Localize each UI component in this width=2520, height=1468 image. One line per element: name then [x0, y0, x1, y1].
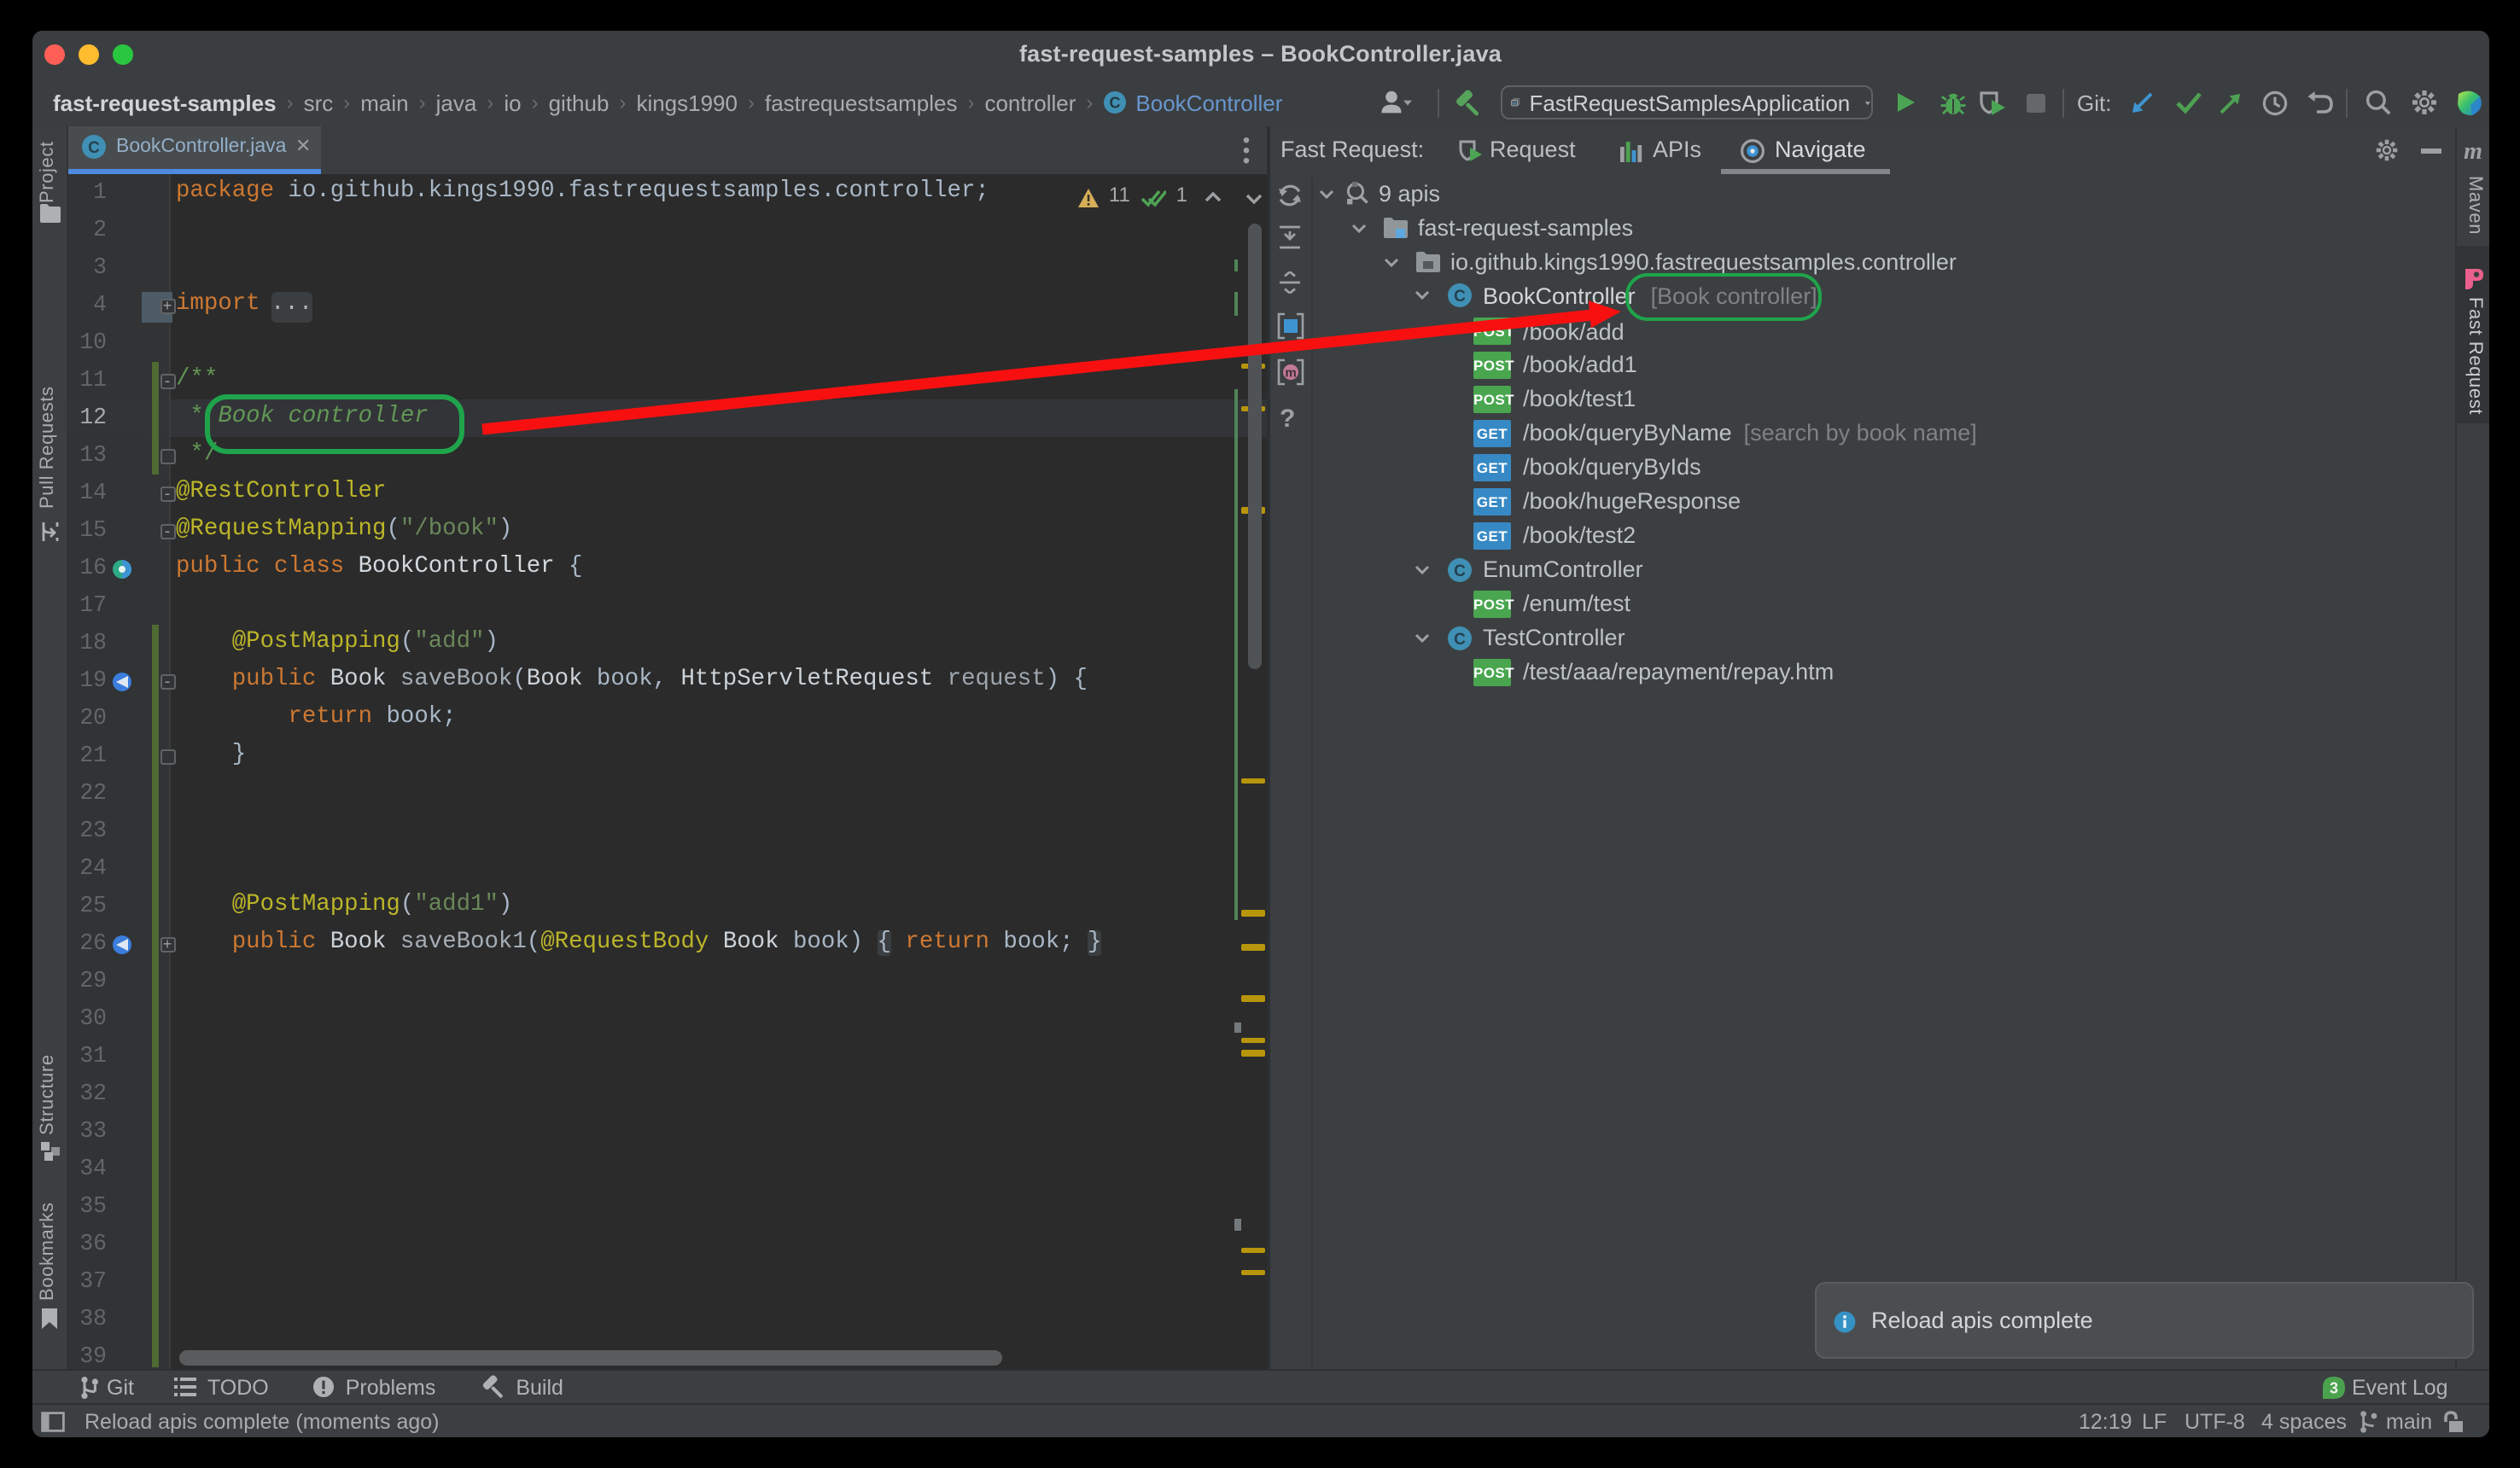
- svg-text:m: m: [1284, 366, 1295, 381]
- svg-text:C: C: [1110, 94, 1121, 111]
- svg-text:3: 3: [2329, 1380, 2337, 1397]
- svg-text:C: C: [1453, 288, 1465, 306]
- svg-text:C: C: [1453, 562, 1465, 580]
- svg-text:C: C: [1453, 630, 1465, 648]
- svg-text:C: C: [88, 139, 100, 157]
